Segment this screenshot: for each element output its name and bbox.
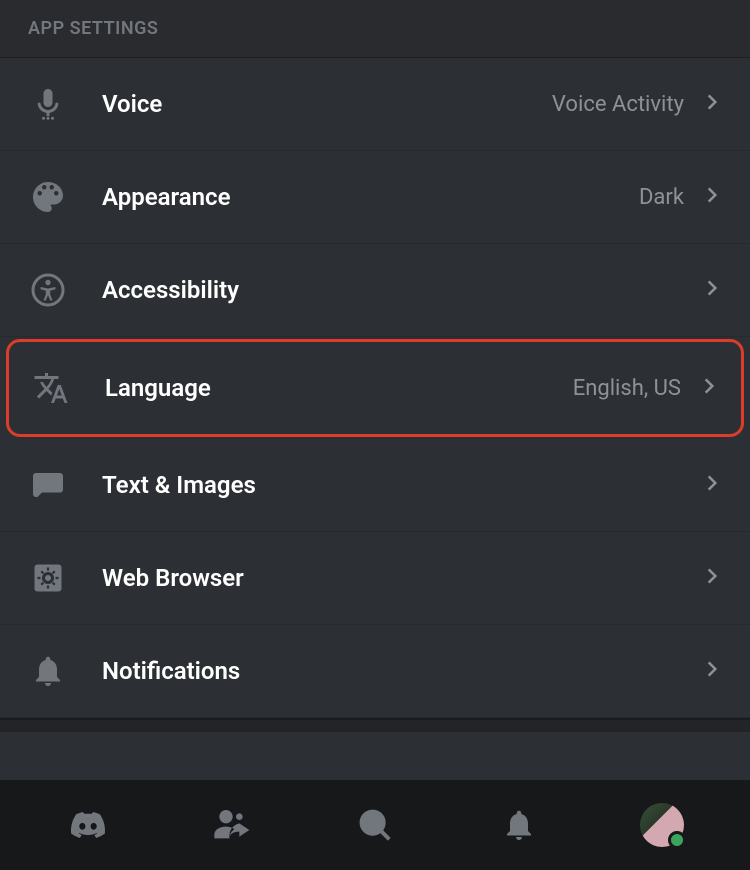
chevron-right-icon	[702, 566, 722, 590]
translate-icon	[31, 368, 71, 408]
mentions-bell-icon[interactable]	[497, 803, 541, 847]
settings-item-value: Voice Activity	[552, 92, 684, 117]
settings-item-notifications[interactable]: Notifications	[0, 625, 750, 718]
settings-item-accessibility[interactable]: Accessibility	[0, 244, 750, 337]
palette-icon	[28, 177, 68, 217]
user-avatar[interactable]	[640, 803, 684, 847]
settings-item-text-images[interactable]: Text & Images	[0, 439, 750, 532]
settings-list: Voice Voice Activity Appearance Dark Acc…	[0, 58, 750, 718]
settings-item-value: Dark	[639, 185, 684, 210]
settings-item-appearance[interactable]: Appearance Dark	[0, 151, 750, 244]
search-icon[interactable]	[353, 803, 397, 847]
chevron-right-icon	[702, 278, 722, 302]
image-chat-icon	[28, 465, 68, 505]
settings-item-label: Web Browser	[102, 564, 684, 592]
bottom-navigation	[0, 780, 750, 870]
discord-logo-icon[interactable]	[66, 803, 110, 847]
accessibility-icon	[28, 270, 68, 310]
settings-item-label: Appearance	[102, 183, 639, 211]
settings-item-voice[interactable]: Voice Voice Activity	[0, 58, 750, 151]
microphone-icon	[28, 84, 68, 124]
settings-item-label: Text & Images	[102, 471, 684, 499]
friends-icon[interactable]	[209, 803, 253, 847]
chevron-right-icon	[702, 185, 722, 209]
gear-box-icon	[28, 558, 68, 598]
settings-item-label: Notifications	[102, 657, 684, 685]
bell-alert-icon	[28, 651, 68, 691]
section-title: APP SETTINGS	[28, 18, 722, 39]
chevron-right-icon	[699, 376, 719, 400]
settings-item-label: Accessibility	[102, 276, 684, 304]
online-status-icon	[668, 831, 686, 849]
settings-item-label: Language	[105, 374, 573, 402]
chevron-right-icon	[702, 473, 722, 497]
chevron-right-icon	[702, 92, 722, 116]
settings-item-web-browser[interactable]: Web Browser	[0, 532, 750, 625]
list-spacer	[0, 718, 750, 732]
chevron-right-icon	[702, 659, 722, 683]
settings-item-label: Voice	[102, 90, 552, 118]
settings-item-language[interactable]: Language English, US	[6, 339, 744, 437]
settings-item-value: English, US	[573, 376, 681, 401]
section-header: APP SETTINGS	[0, 0, 750, 58]
